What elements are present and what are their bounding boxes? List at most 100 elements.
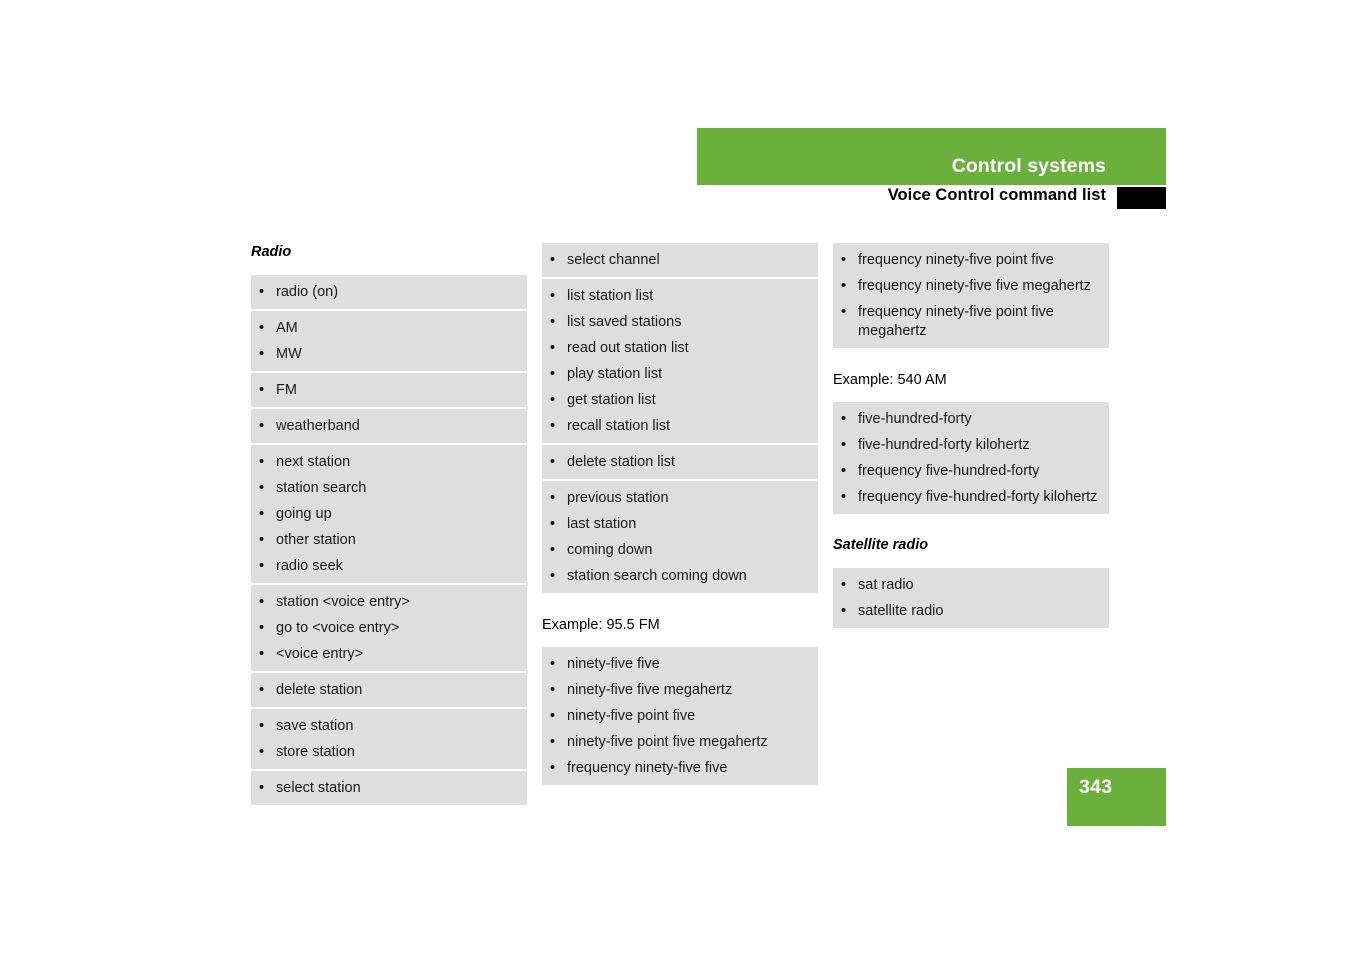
command-item-label: ninety-five five: [567, 655, 660, 672]
bullet-icon: •: [841, 410, 847, 427]
bullet-icon: •: [550, 733, 556, 750]
content-column-2: • select channel • list station list • list s…: [542, 243, 818, 785]
command-item: • going up: [251, 501, 527, 527]
bullet-icon: •: [550, 759, 556, 776]
bullet-icon: •: [550, 655, 556, 672]
command-item-label: station <voice entry>: [276, 593, 410, 610]
command-item: • radio seek: [251, 553, 527, 579]
command-group: • station <voice entry> • go to <voice entr…: [251, 585, 527, 671]
bullet-icon: •: [259, 779, 265, 796]
bullet-icon: •: [259, 531, 265, 548]
command-list: • sat radio • satellite radio: [833, 568, 1109, 628]
command-group: • previous station • last station • coming do…: [542, 481, 818, 593]
command-item-label: sat radio: [858, 576, 914, 593]
command-group: • delete station: [251, 673, 527, 707]
command-item-label: MW: [276, 345, 302, 362]
command-item-label: weatherband: [276, 417, 360, 434]
bullet-icon: •: [550, 339, 556, 356]
command-item-label: play station list: [567, 365, 663, 382]
command-item: • list saved stations: [542, 309, 818, 335]
command-item-label: five-hundred-forty kilohertz: [858, 436, 1030, 453]
command-item-label: other station: [276, 531, 356, 548]
bullet-icon: •: [841, 602, 847, 619]
command-item: • read out station list: [542, 335, 818, 361]
command-group-inner: • ninety-five five • ninety-five five megah…: [542, 647, 818, 785]
command-item: • radio (on): [251, 279, 527, 305]
command-group-inner: • next station • station search • going up • ot…: [251, 445, 527, 583]
command-item-label: frequency ninety-five point five: [858, 251, 1054, 268]
command-item-label: station search coming down: [567, 567, 747, 584]
bullet-icon: •: [259, 743, 265, 760]
command-item-label: delete station: [276, 681, 363, 698]
bullet-icon: •: [550, 287, 556, 304]
command-item-label: frequency ninety-five point five megaher…: [858, 303, 1054, 339]
command-list: • frequency ninety-five point five • freque…: [833, 243, 1109, 348]
command-group-inner: • five-hundred-forty • five-hundred-forty k…: [833, 402, 1109, 514]
command-item-label: last station: [567, 515, 637, 532]
bullet-icon: •: [259, 681, 265, 698]
command-item: • frequency ninety-five point five: [833, 247, 1109, 273]
bullet-icon: •: [550, 515, 556, 532]
command-group-inner: • frequency ninety-five point five • freque…: [833, 243, 1109, 348]
command-group: • ninety-five five • ninety-five five megah…: [542, 647, 818, 785]
example-label: Example: 540 AM: [833, 372, 947, 388]
bullet-icon: •: [259, 505, 265, 522]
command-item-label: <voice entry>: [276, 645, 364, 662]
command-item-label: ninety-five point five megahertz: [567, 733, 768, 750]
command-item-label: select channel: [567, 251, 660, 268]
bullet-icon: •: [259, 619, 265, 636]
command-item-label: frequency five-hundred-forty kilohertz: [858, 488, 1098, 505]
command-group-inner: • FM: [251, 373, 527, 407]
command-group-inner: • weatherband: [251, 409, 527, 443]
command-item-label: go to <voice entry>: [276, 619, 400, 636]
command-item: • coming down: [542, 537, 818, 563]
command-group: • select channel: [542, 243, 818, 277]
bullet-icon: •: [259, 345, 265, 362]
command-group: • save station • store station: [251, 709, 527, 769]
command-item-label: get station list: [567, 391, 656, 408]
command-item: • <voice entry>: [251, 641, 527, 667]
command-list: • radio (on) • AM • MW • FM • weatherband • next st…: [251, 275, 527, 805]
command-list: • five-hundred-forty • five-hundred-forty k…: [833, 402, 1109, 514]
command-group: • weatherband: [251, 409, 527, 443]
command-group: • frequency ninety-five point five • freque…: [833, 243, 1109, 348]
command-item-label: satellite radio: [858, 602, 944, 619]
bullet-icon: •: [259, 479, 265, 496]
command-item: • frequency ninety-five five: [542, 755, 818, 781]
command-item-label: radio (on): [276, 283, 339, 300]
command-group-inner: • delete station: [251, 673, 527, 707]
bullet-icon: •: [550, 541, 556, 558]
command-item: • last station: [542, 511, 818, 537]
command-item: • list station list: [542, 283, 818, 309]
command-group-inner: • radio (on): [251, 275, 527, 309]
command-item-label: save station: [276, 717, 354, 734]
command-item: • frequency ninety-five five megahertz: [833, 273, 1109, 299]
command-group: • radio (on): [251, 275, 527, 309]
bullet-icon: •: [550, 251, 556, 268]
command-item: • get station list: [542, 387, 818, 413]
command-item-label: store station: [276, 743, 355, 760]
command-item-label: ninety-five five megahertz: [567, 681, 733, 698]
command-item-label: frequency ninety-five five: [567, 759, 728, 776]
command-group-inner: • save station • store station: [251, 709, 527, 769]
command-group-inner: • station <voice entry> • go to <voice entr…: [251, 585, 527, 671]
command-item-label: going up: [276, 505, 332, 522]
command-item: • satellite radio: [833, 598, 1109, 624]
bullet-icon: •: [841, 576, 847, 593]
command-item: • MW: [251, 341, 527, 367]
command-item-label: next station: [276, 453, 351, 470]
bullet-icon: •: [259, 381, 265, 398]
command-group: • delete station list: [542, 445, 818, 479]
command-item: • recall station list: [542, 413, 818, 439]
bullet-icon: •: [550, 391, 556, 408]
bullet-icon: •: [550, 417, 556, 434]
command-item-label: frequency ninety-five five megahertz: [858, 277, 1091, 294]
command-group-inner: • sat radio • satellite radio: [833, 568, 1109, 628]
bullet-icon: •: [259, 453, 265, 470]
bullet-icon: •: [841, 277, 847, 294]
example-label: Example: 95.5 FM: [542, 617, 660, 633]
section-heading: Radio: [251, 244, 292, 260]
bullet-icon: •: [841, 462, 847, 479]
command-item: • previous station: [542, 485, 818, 511]
command-group-inner: • list station list • list saved stations • r…: [542, 279, 818, 443]
